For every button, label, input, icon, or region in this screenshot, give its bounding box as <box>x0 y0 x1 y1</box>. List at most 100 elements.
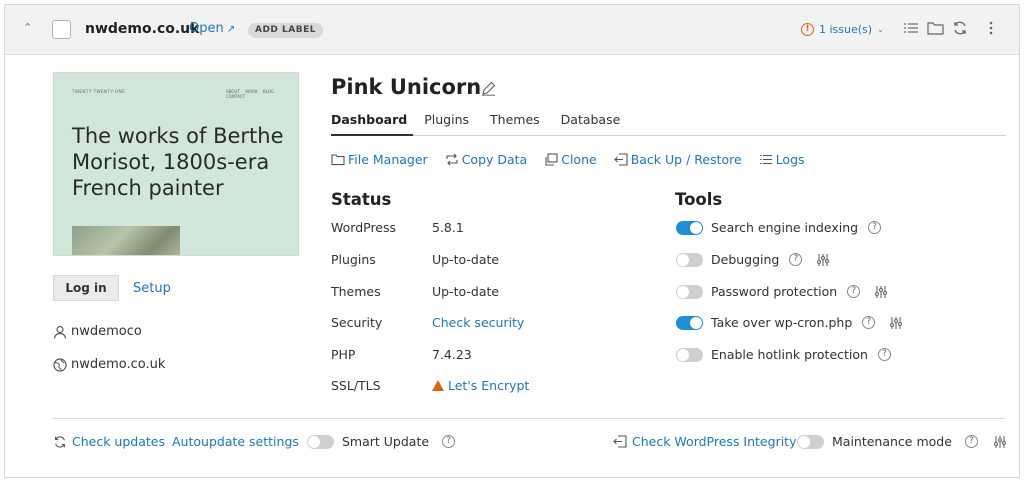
backup-icon <box>613 435 627 448</box>
refresh-icon[interactable] <box>952 20 968 36</box>
smart-update-toggle[interactable] <box>307 434 334 449</box>
external-link-icon: ↗ <box>226 24 236 35</box>
help-icon[interactable]: ? <box>847 285 861 298</box>
select-checkbox[interactable] <box>52 20 71 39</box>
password-protection-toggle[interactable] <box>676 284 703 299</box>
status-heading: Status <box>331 190 392 209</box>
smart-update-label: Smart Update <box>342 434 430 449</box>
add-label-button[interactable]: ADD LABEL <box>248 23 323 38</box>
login-button[interactable]: Log in <box>53 275 119 301</box>
copy-data-label: Copy Data <box>461 152 528 167</box>
footer-divider <box>53 418 1005 419</box>
tab-themes[interactable]: Themes <box>490 112 550 136</box>
tool-wp-cron: Take over wp-cron.php ? <box>676 315 903 330</box>
thumbnail-headline: The works of Berthe Morisot, 1800s-era F… <box>72 124 284 200</box>
site-card: ⌃ nwdemo.co.uk Open ↗ ADD LABEL ! 1 issue… <box>4 4 1020 478</box>
clone-label: Clone <box>561 152 597 167</box>
help-icon[interactable]: ? <box>964 435 978 448</box>
check-updates-label: Check updates <box>72 434 165 449</box>
status-value-plugins: Up-to-date <box>432 252 500 267</box>
quick-links: File Manager Copy Data Clone Back Up / R… <box>331 152 805 167</box>
username-row: nwdemoco <box>53 324 142 339</box>
tool-search-indexing: Search engine indexing ? <box>676 220 882 235</box>
help-icon[interactable]: ? <box>442 435 456 448</box>
refresh-icon <box>55 435 65 448</box>
hotlink-protection-label: Enable hotlink protection <box>711 347 868 362</box>
search-indexing-toggle[interactable] <box>676 220 703 235</box>
clone-icon <box>545 153 558 166</box>
site-url-row: nwdemo.co.uk <box>53 357 165 372</box>
status-label-wordpress: WordPress <box>331 220 397 235</box>
ssl-certificate-link[interactable]: Let's Encrypt <box>432 378 529 393</box>
site-domain: nwdemo.co.uk <box>85 21 200 37</box>
status-label-php: PHP <box>331 347 356 362</box>
warning-circle-icon: ! <box>801 23 814 36</box>
debugging-label: Debugging <box>711 252 780 267</box>
smart-update-control: Smart Update ? <box>307 434 456 449</box>
tool-password-protection: Password protection ? <box>676 284 888 299</box>
user-icon <box>53 325 67 339</box>
tab-dashboard[interactable]: Dashboard <box>331 112 414 136</box>
issues-dropdown[interactable]: ! 1 issue(s) ⌄ <box>801 23 884 36</box>
clone-link[interactable]: Clone <box>544 152 597 167</box>
setup-link[interactable]: Setup <box>133 281 171 296</box>
tab-plugins[interactable]: Plugins <box>424 112 479 136</box>
issues-label: 1 issue(s) <box>819 23 873 36</box>
thumbnail-site-name: TWENTY TWENTY-ONE <box>72 89 126 94</box>
check-updates-link[interactable]: Check updates <box>53 434 165 449</box>
copy-data-icon <box>446 153 458 166</box>
help-icon[interactable]: ? <box>877 348 891 361</box>
status-label-themes: Themes <box>331 284 381 299</box>
backup-restore-link[interactable]: Back Up / Restore <box>613 152 742 167</box>
folder-icon[interactable] <box>927 20 944 36</box>
site-screenshot-thumbnail[interactable]: TWENTY TWENTY-ONE ABOUT WORK BLOG CONTAC… <box>53 72 299 256</box>
username: nwdemoco <box>71 324 142 339</box>
logs-link[interactable]: Logs <box>759 152 805 167</box>
tool-hotlink-protection: Enable hotlink protection ? <box>676 347 891 362</box>
list-view-icon[interactable] <box>903 20 919 36</box>
open-site-link[interactable]: Open ↗ <box>189 21 235 36</box>
collapse-chevron-icon[interactable]: ⌃ <box>23 21 32 34</box>
help-icon[interactable]: ? <box>868 221 882 234</box>
warning-triangle-icon <box>432 380 444 391</box>
file-manager-link[interactable]: File Manager <box>331 152 428 167</box>
help-icon[interactable]: ? <box>862 316 876 329</box>
copy-data-link[interactable]: Copy Data <box>445 152 528 167</box>
page-title: Pink Unicorn <box>331 75 482 99</box>
status-value-themes: Up-to-date <box>432 284 500 299</box>
more-options-icon[interactable] <box>988 20 994 36</box>
wp-cron-toggle[interactable] <box>676 315 703 330</box>
help-icon[interactable]: ? <box>789 253 803 266</box>
globe-icon <box>53 357 67 372</box>
status-value-wordpress: 5.8.1 <box>432 220 464 235</box>
logs-label: Logs <box>775 152 805 167</box>
check-integrity-label: Check WordPress Integrity <box>632 434 797 449</box>
password-protection-label: Password protection <box>711 284 838 299</box>
settings-sliders-icon[interactable] <box>993 435 1007 449</box>
backup-restore-label: Back Up / Restore <box>630 152 742 167</box>
check-integrity-link[interactable]: Check WordPress Integrity <box>613 434 796 449</box>
status-value-php: 7.4.23 <box>432 347 472 362</box>
edit-pencil-icon[interactable] <box>481 81 496 96</box>
maintenance-mode-toggle[interactable] <box>797 434 824 449</box>
settings-sliders-icon[interactable] <box>874 285 888 299</box>
file-manager-label: File Manager <box>348 152 428 167</box>
chevron-down-icon: ⌄ <box>877 25 884 34</box>
tools-heading: Tools <box>675 190 723 209</box>
status-label-ssl: SSL/TLS <box>331 378 381 393</box>
site-url: nwdemo.co.uk <box>71 357 166 372</box>
settings-sliders-icon[interactable] <box>816 253 830 267</box>
card-header: ⌃ nwdemo.co.uk Open ↗ ADD LABEL ! 1 issue… <box>5 5 1019 55</box>
wp-cron-label: Take over wp-cron.php <box>711 315 853 330</box>
check-security-link[interactable]: Check security <box>432 315 524 330</box>
status-label-security: Security <box>331 315 383 330</box>
maintenance-mode-label: Maintenance mode <box>832 434 952 449</box>
autoupdate-settings-link[interactable]: Autoupdate settings <box>172 434 299 449</box>
thumbnail-painting-image <box>72 226 180 255</box>
debugging-toggle[interactable] <box>676 252 703 267</box>
settings-sliders-icon[interactable] <box>889 316 903 330</box>
hotlink-protection-toggle[interactable] <box>676 347 703 362</box>
thumbnail-nav: ABOUT WORK BLOG CONTACT <box>226 89 275 99</box>
tab-database[interactable]: Database <box>561 112 631 136</box>
open-label: Open <box>189 21 224 36</box>
